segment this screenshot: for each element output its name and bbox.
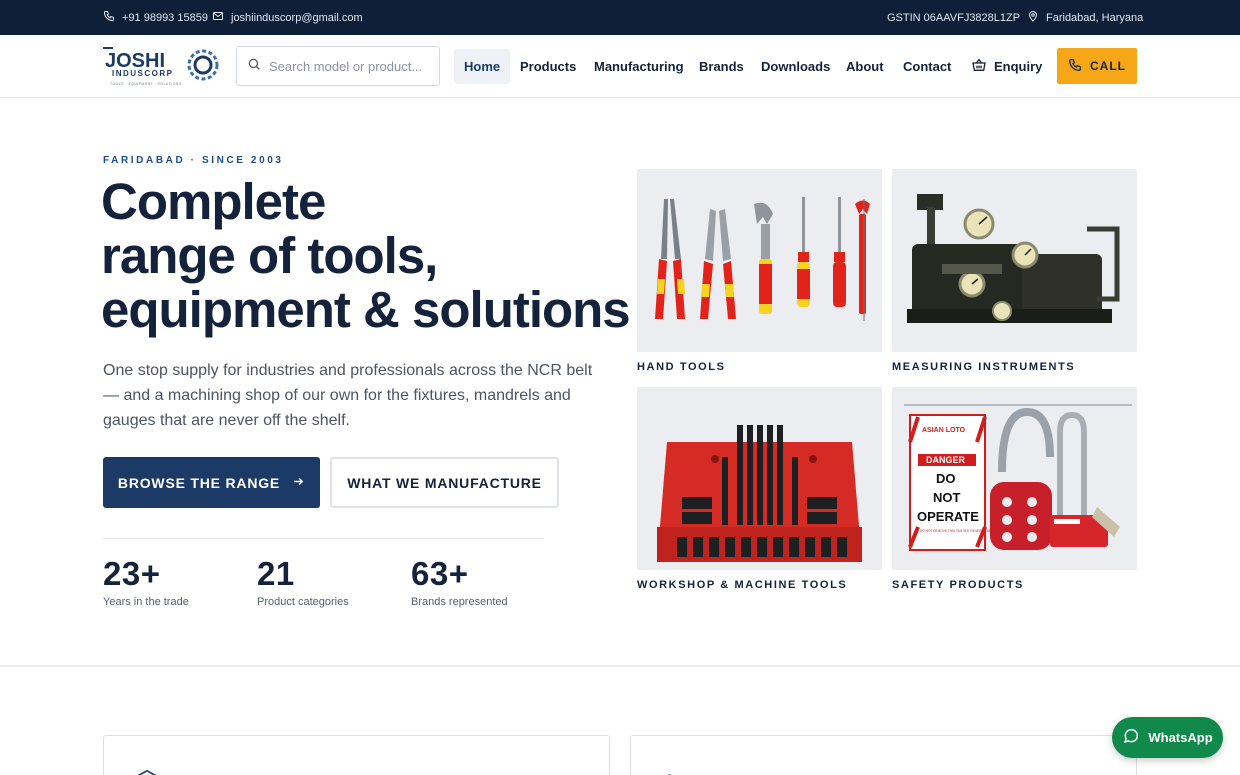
topbar-gstin-text: GSTIN 06AAVFJ3828L1ZP [887, 11, 1021, 24]
nav-home[interactable]: Home [454, 49, 511, 84]
svg-text:OPERATE: OPERATE [917, 509, 979, 524]
stat-value: 23+ [103, 555, 161, 592]
hero-lede: One stop supply for industries and profe… [103, 362, 593, 429]
topbar-location-text: Faridabad, Haryana [1046, 11, 1144, 24]
layers-icon [136, 768, 158, 775]
browse-range-button[interactable]: BROWSE THE RANGE [103, 457, 320, 508]
nav-brands[interactable]: Brands [699, 49, 744, 84]
category-label[interactable]: SAFETY PRODUCTS [892, 579, 1024, 591]
stat-brands: 63+ Brands represented [411, 555, 508, 609]
workshop-machine-tools-image [637, 387, 882, 570]
browse-range-label: BROWSE THE RANGE [117, 474, 281, 491]
hero-headline-line-3: equipment & solutions [101, 281, 631, 338]
category-tile-measuring-instruments[interactable] [892, 169, 1137, 352]
svg-text:NOT: NOT [933, 490, 961, 505]
section-divider [0, 665, 1240, 667]
category-tile-hand-tools[interactable] [637, 169, 882, 352]
stat-label: Product categories [257, 596, 349, 608]
feature-card[interactable] [103, 735, 610, 775]
feature-card[interactable] [630, 735, 1137, 775]
hand-tools-image [637, 169, 882, 352]
category-label[interactable]: HAND TOOLS [637, 361, 726, 373]
topbar-gstin: GSTIN 06AAVFJ3828L1ZP [887, 0, 1020, 35]
nav-enquiry[interactable]: Enquiry [971, 49, 1042, 84]
svg-text:DO: DO [936, 471, 956, 486]
nav-manufacturing[interactable]: Manufacturing [594, 49, 684, 84]
main-nav: JOSHI INDUSCORP TOOLS · EQUIPMENT · SOLU… [0, 35, 1240, 98]
whatsapp-button[interactable]: WhatsApp [1112, 717, 1223, 758]
hero-eyebrow: FARIDABAD · SINCE 2003 [103, 155, 284, 166]
topbar-email[interactable]: joshiinduscorp@gmail.com [212, 0, 363, 35]
arrow-right-icon [292, 475, 305, 491]
basket-icon [971, 57, 987, 76]
stat-label: Brands represented [411, 596, 508, 608]
svg-text:TOOLS · EQUIPMENT · SOLUTIONS: TOOLS · EQUIPMENT · SOLUTIONS [110, 82, 182, 86]
search-input[interactable] [269, 58, 429, 74]
category-tile-workshop-machine-tools[interactable] [637, 387, 882, 570]
location-pin-icon [1027, 10, 1039, 25]
safety-products-image: ASIAN LOTO DANGER DO NOT OPERATE DO NOT … [892, 387, 1137, 570]
stat-years: 23+ Years in the trade [103, 555, 189, 609]
search-box[interactable] [236, 46, 440, 86]
topbar-phone-text: +91 98993 15859 [122, 11, 208, 24]
call-button[interactable]: CALL [1057, 48, 1137, 84]
measuring-instruments-image [892, 169, 1137, 352]
phone-icon [103, 10, 115, 25]
stat-categories: 21 Product categories [257, 555, 349, 609]
stats-divider [103, 538, 544, 539]
hero-headline: Complete range of tools, equipment & sol… [101, 173, 631, 338]
nav-downloads[interactable]: Downloads [761, 49, 830, 84]
nav-contact[interactable]: Contact [903, 49, 951, 84]
topbar-email-text: joshiinduscorp@gmail.com [231, 11, 363, 24]
svg-text:INDUSCORP: INDUSCORP [112, 69, 174, 78]
category-label[interactable]: MEASURING INSTRUMENTS [892, 361, 1075, 373]
phone-icon [1068, 58, 1082, 75]
brand-logo[interactable]: JOSHI INDUSCORP TOOLS · EQUIPMENT · SOLU… [103, 45, 223, 87]
mail-icon [212, 10, 224, 25]
svg-text:DO NOT REMOVE THIS TAG SEE REV: DO NOT REMOVE THIS TAG SEE REVERSE SIDE [920, 529, 994, 533]
nav-products[interactable]: Products [520, 49, 576, 84]
category-tile-safety-products[interactable]: ASIAN LOTO DANGER DO NOT OPERATE DO NOT … [892, 387, 1137, 570]
hero-headline-line-2: range of tools, [101, 227, 438, 284]
stat-value: 63+ [411, 555, 469, 592]
stat-label: Years in the trade [103, 596, 189, 608]
svg-text:ASIAN LOTO: ASIAN LOTO [922, 427, 966, 434]
what-we-manufacture-button[interactable]: WHAT WE MANUFACTURE [330, 457, 559, 508]
whatsapp-icon [1122, 727, 1140, 748]
top-bar: +91 98993 15859 joshiinduscorp@gmail.com… [0, 0, 1240, 35]
whatsapp-label: WhatsApp [1148, 730, 1213, 745]
nav-about[interactable]: About [846, 49, 884, 84]
hero-headline-line-1: Complete [101, 173, 326, 230]
topbar-location: Faridabad, Haryana [1027, 0, 1143, 35]
key-icon [663, 768, 685, 775]
stat-value: 21 [257, 555, 295, 592]
search-icon [247, 57, 261, 76]
svg-text:DANGER: DANGER [926, 455, 966, 465]
call-button-label: CALL [1090, 59, 1126, 73]
nav-enquiry-label: Enquiry [994, 59, 1043, 74]
category-label[interactable]: WORKSHOP & MACHINE TOOLS [637, 579, 847, 591]
topbar-phone[interactable]: +91 98993 15859 [103, 0, 208, 35]
